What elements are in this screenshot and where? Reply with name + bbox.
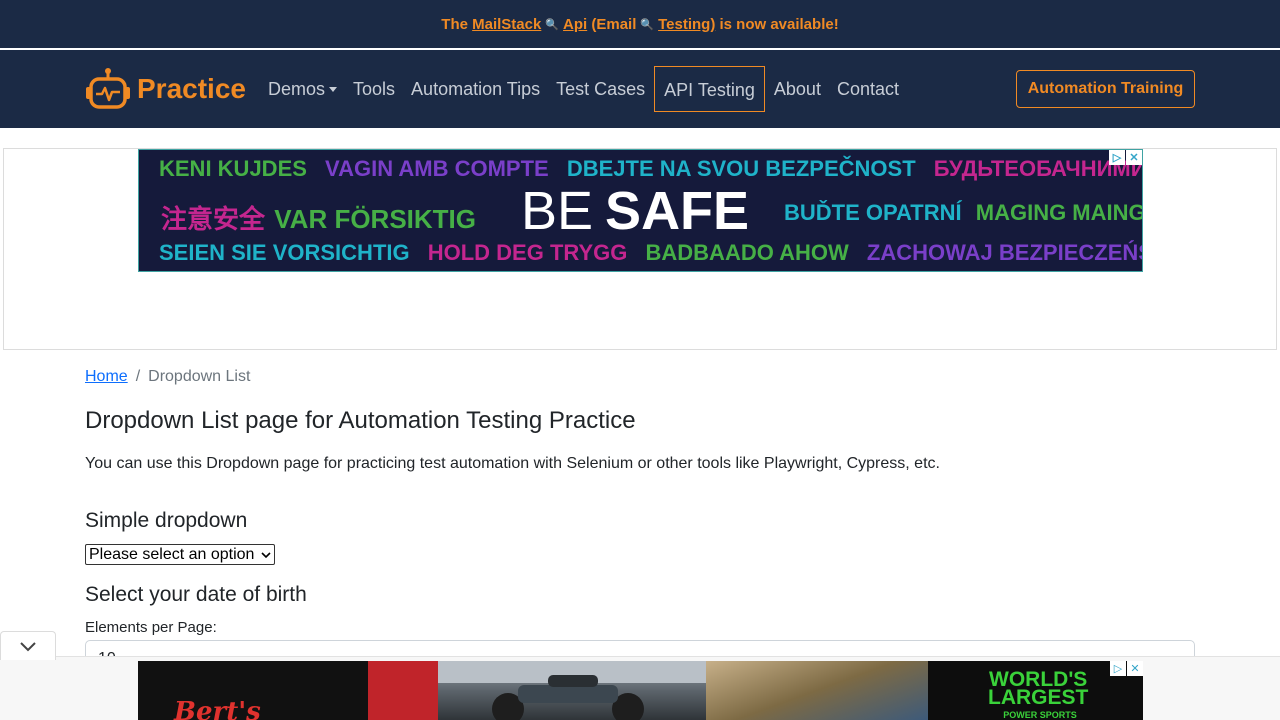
brand-link[interactable]: Practice [85, 67, 246, 111]
ad-text: KENI KUJDES [159, 156, 307, 181]
ad-row-1: KENI KUJDES VAGIN AMB COMPTE DBEJTE NA S… [159, 156, 1142, 182]
ad-text: VAGIN AMB COMPTE [325, 156, 549, 181]
ad-logo-text: Bert's [174, 697, 261, 720]
breadcrumb: Home / Dropdown List [85, 368, 250, 386]
announcement-bar: The MailStack 🔍 Api (Email 🔍 Testing) is… [0, 0, 1280, 48]
ad-text: ZACHOWAJ BEZPIECZEŃSTWO [866, 240, 1142, 265]
ad-image-dealer: Bert's [138, 661, 438, 720]
close-icon[interactable]: ✕ [1126, 150, 1142, 165]
ad-headline: BE SAFE [521, 180, 749, 242]
nav-test-cases[interactable]: Test Cases [556, 79, 645, 100]
ad-image-tagline: WORLD'S LARGEST POWER SPORTS ▷ ✕ [928, 661, 1143, 720]
close-icon[interactable]: ✕ [1127, 661, 1143, 676]
ad-image-rider [706, 661, 928, 720]
nav-demos[interactable]: Demos [268, 78, 338, 100]
nav-tools[interactable]: Tools [353, 79, 395, 100]
breadcrumb-current: Dropdown List [148, 368, 251, 385]
announcement-prefix: The [441, 15, 468, 33]
simple-dropdown-heading: Simple dropdown [85, 509, 248, 532]
navbar: Practice Demos Tools Automation Tips Tes… [0, 50, 1280, 128]
page-description: You can use this Dropdown page for pract… [85, 455, 940, 472]
ad-text: VAR FÖRSIKTIG [274, 204, 476, 234]
announcement-product-link[interactable]: MailStack [472, 16, 541, 33]
ad-text: BUĎTE OPATRNÍ [784, 200, 962, 225]
simple-dropdown-value: Please select an option [89, 545, 255, 563]
ad-tagline-line2: LARGEST [988, 686, 1089, 709]
nav-api-testing[interactable]: API Testing [654, 66, 765, 112]
announcement-testing-link[interactable]: Testing) [658, 16, 715, 33]
collapse-ad-button[interactable] [0, 631, 56, 660]
adchoices-icon[interactable]: ▷ [1110, 661, 1126, 676]
elements-per-page-label: Elements per Page: [85, 619, 217, 636]
ad-text: 注意安全 [161, 204, 266, 234]
ad-headline-be: BE [521, 181, 594, 241]
adchoices-icon[interactable]: ▷ [1109, 150, 1125, 165]
chevron-down-icon [261, 552, 271, 559]
breadcrumb-home-link[interactable]: Home [85, 368, 128, 386]
main-nav: Demos Tools Automation Tips Test Cases A… [268, 50, 915, 128]
nav-automation-tips[interactable]: Automation Tips [411, 79, 540, 100]
ad-tagline: WORLD'S LARGEST [988, 669, 1089, 709]
announcement-api-link[interactable]: Api [563, 16, 587, 33]
ad-banner[interactable]: KENI KUJDES VAGIN AMB COMPTE DBEJTE NA S… [138, 149, 1143, 272]
ad-tagline-small: POWER SPORTS [1003, 710, 1077, 720]
ad-headline-safe: SAFE [605, 181, 750, 241]
motorcycle-image [438, 661, 706, 720]
sticky-ad[interactable]: Bert's WORLD'S LARGEST POWER SPORTS ▷ ✕ [138, 661, 1143, 720]
breadcrumb-separator: / [135, 368, 141, 385]
announcement-suffix: is now available! [719, 15, 839, 33]
ad-image-motorcycle [438, 661, 706, 720]
ad-row-3: SEIEN SIE VORSICHTIG HOLD DEG TRYGG BADB… [159, 240, 1142, 266]
ad-row-2-left: 注意安全 VAR FÖRSIKTIG [161, 199, 488, 236]
ad-text: BADBAADO AHOW [645, 240, 849, 265]
ad-text: MAGING MAINGAT [975, 200, 1143, 225]
ad-decoration [368, 661, 438, 720]
search-icon: 🔍 [640, 18, 655, 31]
search-icon: 🔍 [545, 18, 560, 31]
nav-contact[interactable]: Contact [837, 79, 899, 100]
brand-name: Practice [137, 73, 246, 104]
automation-training-button[interactable]: Automation Training [1016, 70, 1195, 108]
page-title: Dropdown List page for Automation Testin… [85, 407, 636, 434]
ad-row-2-right: BUĎTE OPATRNÍ MAGING MAINGAT [784, 200, 1143, 226]
caret-down-icon [329, 87, 338, 93]
chevron-down-icon [20, 642, 36, 652]
sticky-ad-badges: ▷ ✕ [1109, 661, 1143, 676]
ad-text: HOLD DEG TRYGG [427, 240, 628, 265]
announcement-email: (Email [591, 15, 637, 33]
simple-dropdown-select[interactable]: Please select an option [85, 544, 275, 565]
ad-text: SEIEN SIE VORSICHTIG [159, 240, 410, 265]
ad-text: DBEJTE NA SVOU BEZPEČNOST [566, 156, 916, 181]
ad-badges: ▷ ✕ [1108, 150, 1142, 165]
dob-heading: Select your date of birth [85, 583, 307, 606]
nav-demos-label: Demos [268, 78, 326, 99]
robot-logo-icon [86, 68, 130, 109]
nav-about[interactable]: About [774, 79, 821, 100]
